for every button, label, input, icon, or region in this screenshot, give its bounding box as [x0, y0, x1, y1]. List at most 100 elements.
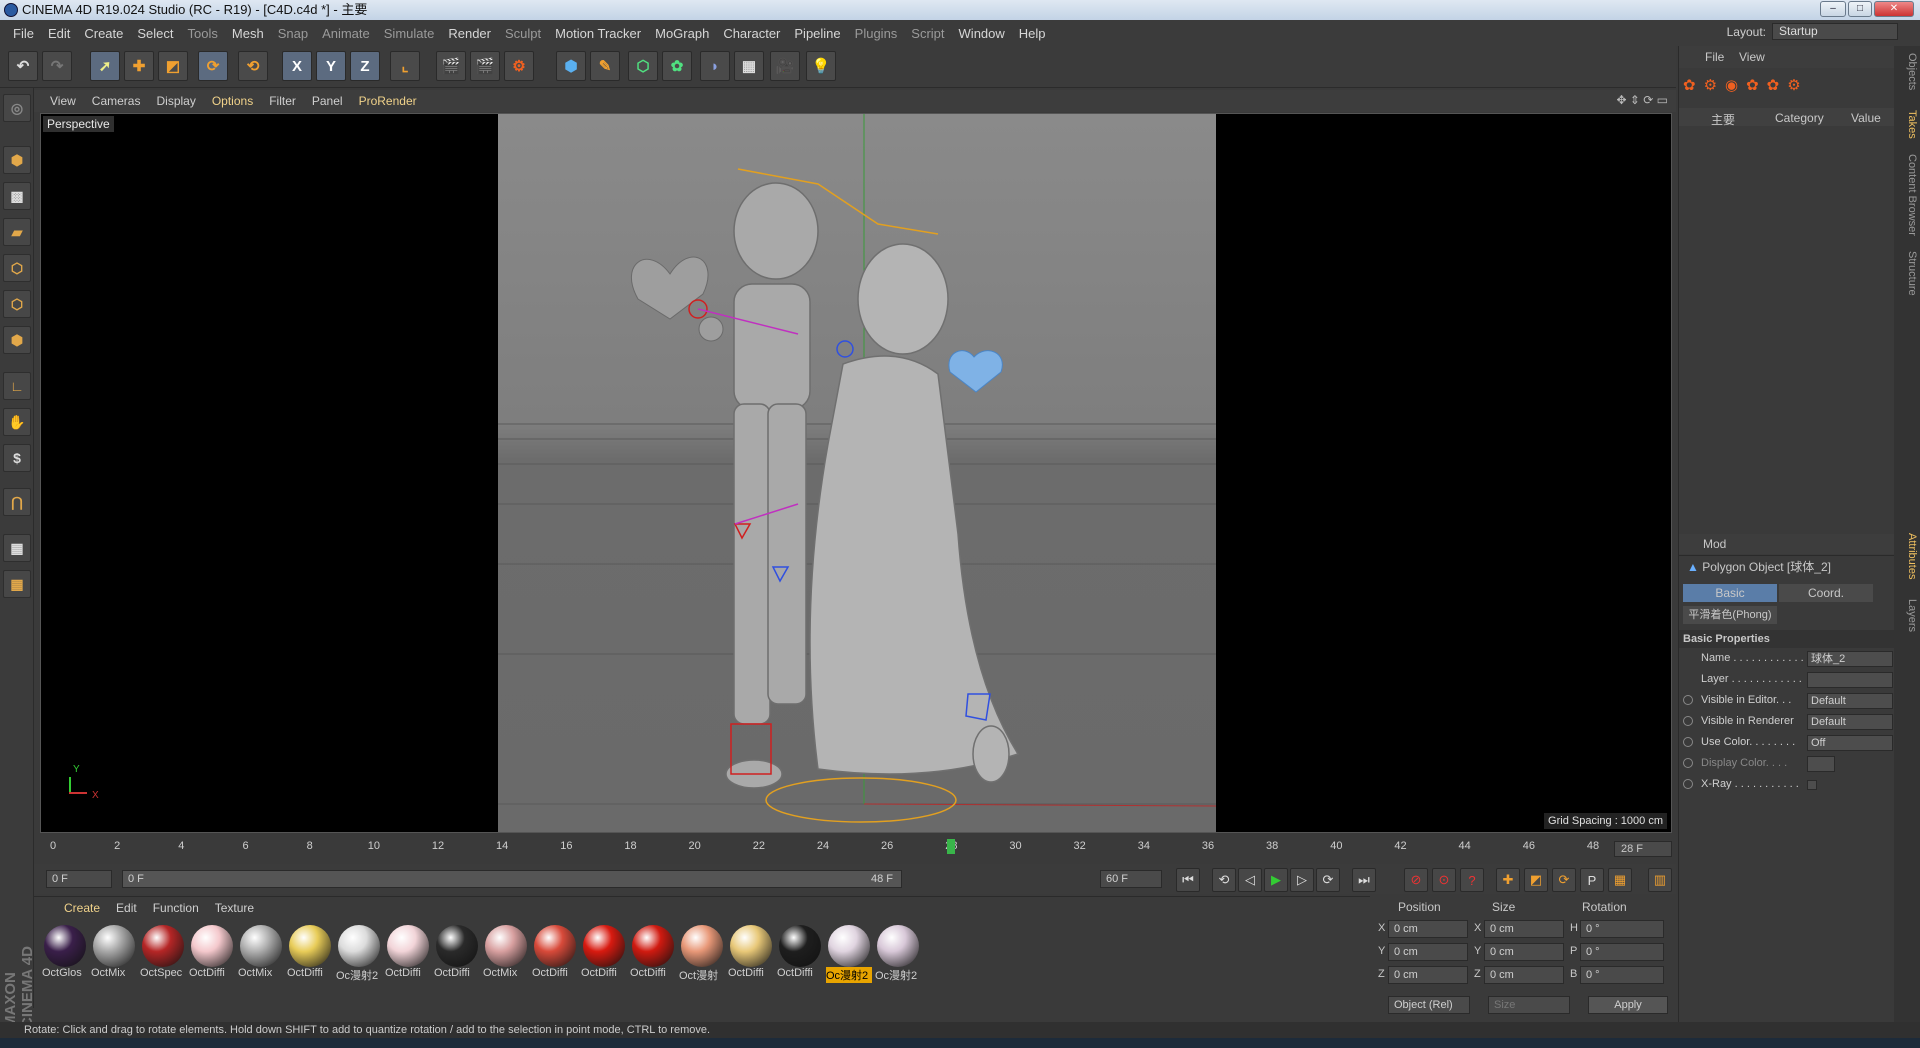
animate-toggle-icon[interactable]: [1683, 737, 1693, 747]
texture-mode-icon[interactable]: ▩: [3, 182, 31, 210]
attribute-value[interactable]: Default: [1807, 693, 1893, 709]
menu-help[interactable]: Help: [1019, 26, 1046, 41]
coord-pos-field[interactable]: 0 cm: [1388, 920, 1468, 938]
viewport-menu-filter[interactable]: Filter: [269, 94, 296, 108]
attribute-value[interactable]: [1807, 756, 1835, 772]
coord-rot-field[interactable]: 0 °: [1580, 966, 1664, 984]
previous-key-icon[interactable]: ⟲: [1212, 868, 1236, 892]
y-axis-lock[interactable]: Y: [316, 51, 346, 81]
next-frame-icon[interactable]: ▷: [1290, 868, 1314, 892]
subdivision-surface-icon[interactable]: ⬡: [628, 51, 658, 81]
previous-frame-icon[interactable]: ◁: [1238, 868, 1262, 892]
current-frame-marker[interactable]: [947, 839, 956, 854]
x-axis-lock[interactable]: X: [282, 51, 312, 81]
go-to-end-icon[interactable]: ⏭: [1352, 868, 1376, 892]
live-selection-icon[interactable]: ➚: [90, 51, 120, 81]
autokeying-icon[interactable]: ⊙: [1432, 868, 1456, 892]
material-swatch[interactable]: Oct漫射: [679, 925, 725, 983]
keyframe-selection-icon[interactable]: ?: [1460, 868, 1484, 892]
key-scale-icon[interactable]: ◩: [1524, 868, 1548, 892]
coord-size-field[interactable]: 0 cm: [1484, 966, 1564, 984]
tab-phong[interactable]: 平滑着色(Phong): [1683, 606, 1777, 624]
tab-coord[interactable]: Coord.: [1779, 584, 1873, 602]
attribute-value[interactable]: Default: [1807, 714, 1893, 730]
menu-plugins[interactable]: Plugins: [855, 26, 898, 41]
attribute-value[interactable]: [1807, 780, 1817, 790]
key-parameter-icon[interactable]: P: [1580, 868, 1604, 892]
points-mode-icon[interactable]: ⬡: [3, 254, 31, 282]
side-tab-attributes[interactable]: Attributes: [1896, 526, 1918, 586]
coord-mode-dropdown[interactable]: Object (Rel): [1388, 996, 1470, 1014]
side-tab-structure[interactable]: Structure: [1896, 248, 1918, 298]
cube-primitive-icon[interactable]: ⬢: [556, 51, 586, 81]
viewport-menu-view[interactable]: View: [50, 94, 76, 108]
attribute-value[interactable]: 球体_2: [1807, 651, 1893, 667]
menu-tools[interactable]: Tools: [188, 26, 218, 41]
material-swatch[interactable]: OctDiffi: [777, 925, 823, 979]
polygons-mode-icon[interactable]: ⬢: [3, 326, 31, 354]
menu-animate[interactable]: Animate: [322, 26, 370, 41]
rotate-icon[interactable]: ⟳: [198, 51, 228, 81]
menu-motion-tracker[interactable]: Motion Tracker: [555, 26, 641, 41]
menu-select[interactable]: Select: [137, 26, 173, 41]
axis-mode-icon[interactable]: ∟: [3, 372, 31, 400]
material-menu-function[interactable]: Function: [153, 901, 199, 915]
edges-mode-icon[interactable]: ⬡: [3, 290, 31, 318]
z-axis-lock[interactable]: Z: [350, 51, 380, 81]
menu-window[interactable]: Window: [959, 26, 1005, 41]
material-swatch[interactable]: OctDiffi: [532, 925, 578, 979]
material-swatch[interactable]: OctDiffi: [287, 925, 333, 979]
viewport-menu-cameras[interactable]: Cameras: [92, 94, 141, 108]
objects-menu-view[interactable]: View: [1739, 50, 1765, 64]
coordinate-system-icon[interactable]: ⌞: [390, 51, 420, 81]
attribute-value[interactable]: Off: [1807, 735, 1893, 751]
material-swatch[interactable]: OctDiffi: [434, 925, 480, 979]
close-button[interactable]: ✕: [1874, 1, 1914, 17]
planar-workplane-icon[interactable]: ▦: [3, 570, 31, 598]
current-frame-field[interactable]: 28 F: [1614, 841, 1672, 857]
undo-icon[interactable]: ↶: [8, 51, 38, 81]
side-tab-objects[interactable]: Objects: [1896, 52, 1918, 92]
menu-character[interactable]: Character: [723, 26, 780, 41]
menu-snap[interactable]: Snap: [278, 26, 308, 41]
viewport-menu-panel[interactable]: Panel: [312, 94, 343, 108]
key-rotation-icon[interactable]: ⟳: [1552, 868, 1576, 892]
material-menu-edit[interactable]: Edit: [116, 901, 137, 915]
objects-toolbar-icons[interactable]: ✿⚙◉✿✿⚙: [1683, 76, 1891, 106]
render-settings-icon[interactable]: ⚙: [504, 51, 534, 81]
coord-pos-field[interactable]: 0 cm: [1388, 966, 1468, 984]
menu-mograph[interactable]: MoGraph: [655, 26, 709, 41]
attributes-mode[interactable]: Mod: [1703, 537, 1726, 551]
viewport-navigation-icons[interactable]: ✥ ⇕ ⟳ ▭: [1616, 93, 1668, 107]
scale-icon[interactable]: ◩: [158, 51, 188, 81]
move-icon[interactable]: ✚: [124, 51, 154, 81]
end-frame-field[interactable]: 60 F: [1100, 870, 1162, 888]
make-editable-icon[interactable]: ◎: [3, 94, 31, 122]
coord-size-field[interactable]: 0 cm: [1484, 943, 1564, 961]
animate-toggle-icon[interactable]: [1683, 779, 1693, 789]
animate-toggle-icon[interactable]: [1683, 695, 1693, 705]
lock-workplane-icon[interactable]: ▦: [3, 534, 31, 562]
objects-menu-file[interactable]: File: [1705, 50, 1724, 64]
redo-icon[interactable]: ↷: [42, 51, 72, 81]
side-tab-layers[interactable]: Layers: [1896, 596, 1918, 636]
material-swatch[interactable]: Oc漫射2: [336, 925, 382, 983]
maximize-button[interactable]: □: [1848, 1, 1872, 17]
start-frame-field[interactable]: 0 F: [46, 870, 112, 888]
camera-icon[interactable]: 🎥: [770, 51, 800, 81]
layout-dropdown[interactable]: Startup: [1772, 23, 1898, 40]
menu-script[interactable]: Script: [911, 26, 944, 41]
spline-pen-icon[interactable]: ✎: [590, 51, 620, 81]
timeline-ruler[interactable]: 0246810121416182022242628303234363840424…: [40, 836, 1672, 862]
attribute-value[interactable]: [1807, 672, 1893, 688]
go-to-start-icon[interactable]: ⏮: [1176, 868, 1200, 892]
snapping-icon[interactable]: $: [3, 444, 31, 472]
frame-range-slider[interactable]: 0 F 48 F: [122, 870, 902, 888]
recent-tool-icon[interactable]: ⟲: [238, 51, 268, 81]
tab-basic[interactable]: Basic: [1683, 584, 1777, 602]
key-pla-icon[interactable]: ▦: [1608, 868, 1632, 892]
material-menu-create[interactable]: Create: [64, 901, 100, 915]
menu-render[interactable]: Render: [448, 26, 491, 41]
material-swatch[interactable]: OctMix: [483, 925, 529, 979]
material-swatch[interactable]: OctDiffi: [581, 925, 627, 979]
